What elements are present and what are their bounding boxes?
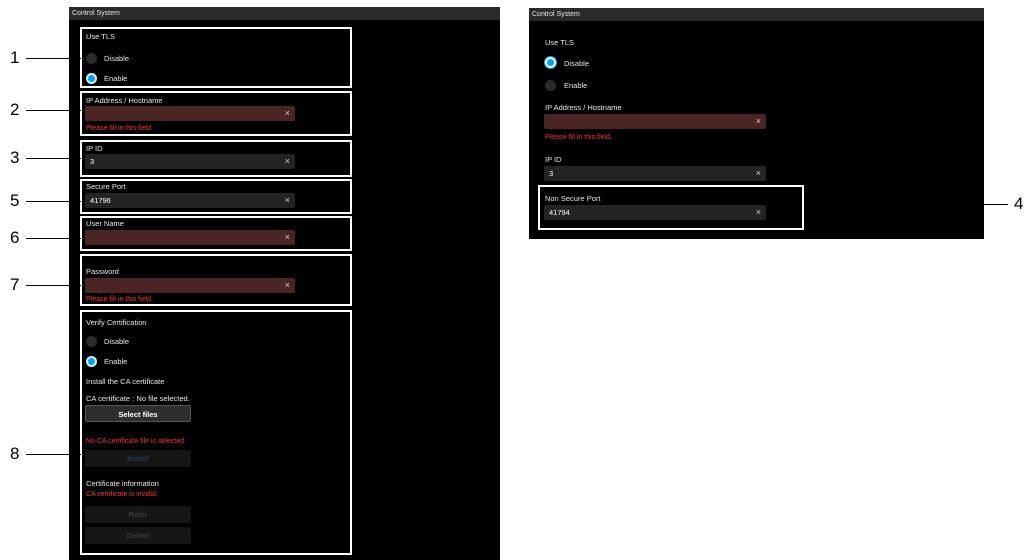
panel-title: Control System	[69, 7, 500, 20]
panel-title: Control System	[529, 8, 984, 21]
callout-number-7: 7	[10, 275, 20, 294]
ip-address-error: Please fill in this field.	[86, 125, 153, 132]
clear-icon[interactable]: ×	[756, 114, 761, 129]
clear-icon[interactable]: ×	[285, 278, 290, 293]
callout-number-2: 2	[10, 100, 20, 119]
ip-id-input[interactable]: 3 ×	[85, 154, 295, 169]
ip-id-label: IP ID	[86, 144, 103, 153]
use-tls-label: Use TLS	[545, 38, 575, 47]
select-files-button[interactable]: Select files	[85, 405, 191, 422]
callout-number-3: 3	[10, 148, 20, 167]
install-ca-heading: Install the CA certificate	[86, 377, 165, 386]
left-control-system-panel: Control System Use TLS Disable Enable IP…	[69, 7, 500, 560]
verify-cert-enable-radio[interactable]	[86, 356, 97, 367]
use-tls-enable-radio[interactable]	[545, 80, 556, 91]
use-tls-disable-label[interactable]: Disable	[104, 54, 129, 63]
use-tls-disable-radio[interactable]	[86, 53, 97, 64]
install-button[interactable]: Install	[85, 450, 191, 467]
non-secure-port-label: Non Secure Port	[545, 194, 601, 203]
ip-id-value: 3	[90, 157, 95, 166]
callout-leader-8	[26, 454, 81, 455]
callout-leader-3	[26, 158, 81, 159]
secure-port-label: Secure Port	[86, 182, 126, 191]
callout-leader-4	[804, 204, 1008, 205]
clear-icon[interactable]: ×	[285, 106, 290, 121]
callout-number-6: 6	[10, 228, 20, 247]
clear-icon[interactable]: ×	[285, 154, 290, 169]
callout-leader-6	[26, 238, 81, 239]
callout-number-8: 8	[10, 444, 20, 463]
use-tls-label: Use TLS	[86, 32, 116, 41]
callout-leader-5	[26, 201, 81, 202]
clear-icon[interactable]: ×	[285, 230, 290, 245]
use-tls-disable-label[interactable]: Disable	[564, 59, 589, 68]
password-error: Please fill in this field.	[86, 296, 153, 303]
use-tls-enable-label[interactable]: Enable	[564, 81, 587, 90]
user-name-input[interactable]: ×	[85, 230, 295, 245]
verify-cert-disable-label[interactable]: Disable	[104, 337, 129, 346]
callout-leader-1	[26, 58, 81, 59]
ca-file-error: No CA certificate file is selected.	[86, 438, 186, 445]
password-label: Password	[86, 267, 119, 276]
callout-number-1: 1	[10, 48, 20, 67]
clear-icon[interactable]: ×	[285, 193, 290, 208]
ip-address-error: Please fill in this field.	[545, 134, 612, 141]
clear-icon[interactable]: ×	[756, 205, 761, 220]
verify-cert-enable-label[interactable]: Enable	[104, 357, 127, 366]
callout-leader-7	[26, 285, 81, 286]
verify-cert-disable-radio[interactable]	[86, 336, 97, 347]
verify-cert-label: Verify Certification	[86, 318, 147, 327]
non-secure-port-input[interactable]: 41794 ×	[544, 205, 766, 220]
ca-certificate-status: CA certificate : No file selected.	[86, 394, 190, 403]
secure-port-value: 41796	[90, 196, 111, 205]
cert-info-heading: Certificate information	[86, 479, 159, 488]
ip-address-input[interactable]: ×	[85, 106, 295, 121]
callout-number-5: 5	[10, 191, 20, 210]
ip-id-value: 3	[549, 169, 554, 178]
cert-invalid-error: CA certificate is invalid.	[86, 491, 158, 498]
use-tls-enable-label[interactable]: Enable	[104, 74, 127, 83]
delete-button[interactable]: Delete	[85, 527, 191, 544]
ip-id-input[interactable]: 3 ×	[544, 166, 766, 181]
non-secure-port-value: 41794	[549, 208, 570, 217]
refer-button[interactable]: Refer	[85, 506, 191, 523]
ip-address-label: IP Address / Hostname	[86, 96, 163, 105]
clear-icon[interactable]: ×	[756, 166, 761, 181]
user-name-label: User Name	[86, 219, 124, 228]
callout-number-4: 4	[1014, 194, 1024, 213]
secure-port-input[interactable]: 41796 ×	[85, 193, 295, 208]
callout-leader-2	[26, 110, 81, 111]
password-input[interactable]: ×	[85, 278, 295, 293]
ip-address-label: IP Address / Hostname	[545, 103, 622, 112]
use-tls-enable-radio[interactable]	[86, 73, 97, 84]
ip-address-input[interactable]: ×	[544, 114, 766, 129]
use-tls-disable-radio[interactable]	[545, 57, 556, 68]
ip-id-label: IP ID	[545, 155, 562, 164]
